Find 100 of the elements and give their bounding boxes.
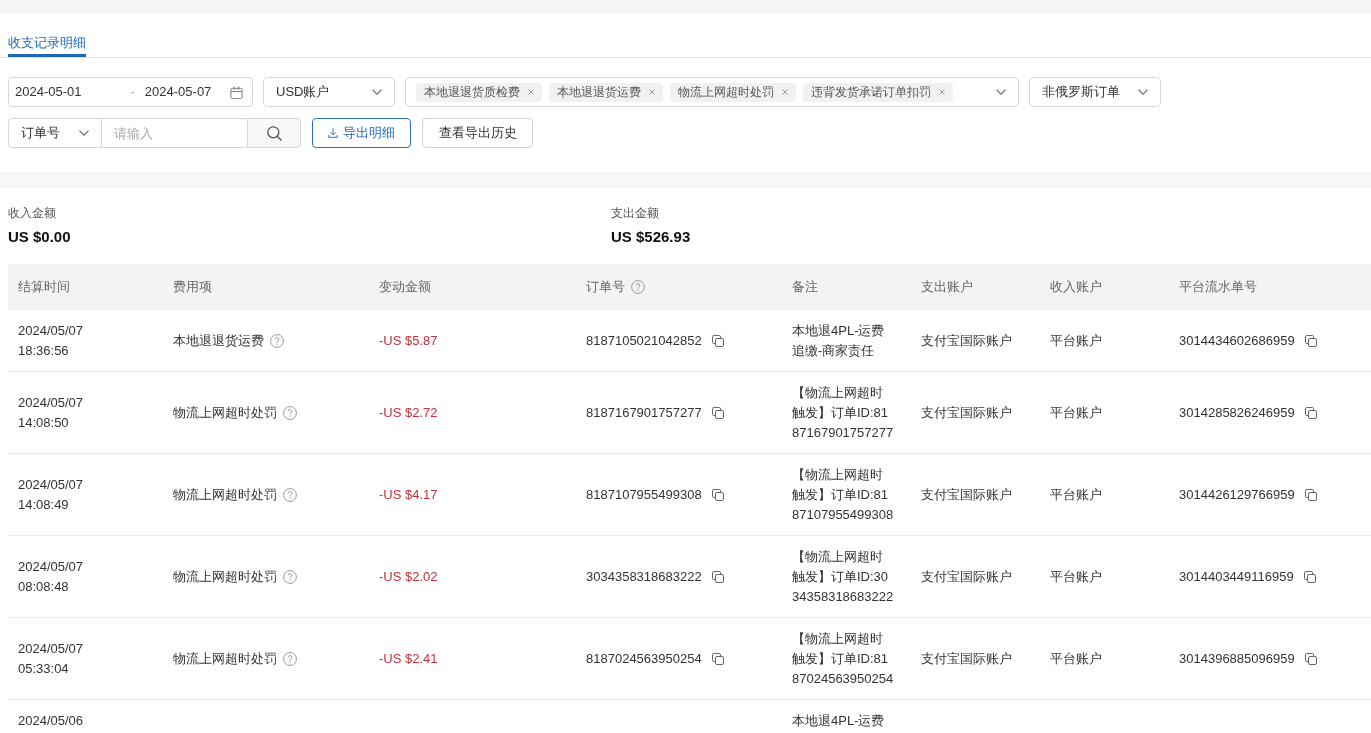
help-icon[interactable]	[283, 405, 297, 420]
download-icon	[328, 128, 338, 138]
order-number: 8187107955499308	[586, 485, 702, 504]
help-icon[interactable]	[283, 569, 297, 584]
help-icon[interactable]	[270, 333, 284, 348]
close-icon[interactable]	[939, 89, 945, 95]
fee-item: 物流上网超时处罚	[173, 485, 277, 504]
column-header: 备注	[792, 278, 818, 297]
help-icon[interactable]	[631, 280, 645, 294]
chevron-down-icon	[372, 89, 382, 95]
payee-account: 平台账户	[1050, 486, 1102, 502]
summary-label: 支出金额	[611, 205, 659, 221]
column-header: 支出账户	[921, 278, 973, 297]
close-icon[interactable]	[782, 89, 788, 95]
amount: -US $5.87	[379, 332, 438, 348]
payee-account: 平台账户	[1050, 650, 1102, 666]
fee-type-tag[interactable]: 违背发货承诺订单扣罚	[803, 82, 953, 102]
column-header: 变动金额	[379, 278, 431, 297]
settlement-time: 2024/05/07 14:08:50	[18, 393, 85, 432]
payer-account: 支付宝国际账户	[921, 568, 1012, 584]
settlement-time: 2024/05/07 08:08:48	[18, 557, 85, 596]
serial-number: 3014403449116959	[1179, 567, 1294, 586]
settlement-time: 2024/05/06	[18, 711, 85, 730]
copy-icon[interactable]	[711, 334, 724, 347]
tag-label: 本地退退货运费	[557, 84, 641, 101]
order-number: 8187167901757277	[586, 403, 702, 422]
serial-number: 3014285826246959	[1179, 403, 1295, 422]
amount: -US $2.72	[379, 404, 438, 420]
date-range-field[interactable]: 2024-05-01 - 2024-05-07	[8, 77, 253, 107]
close-icon[interactable]	[649, 89, 655, 95]
copy-icon[interactable]	[1304, 406, 1317, 419]
calendar-icon	[230, 85, 243, 99]
fee-type-tag[interactable]: 本地退退货质检费	[416, 82, 542, 102]
payer-account: 支付宝国际账户	[921, 332, 1012, 348]
copy-icon[interactable]	[1304, 334, 1317, 347]
chevron-down-icon	[996, 89, 1006, 95]
summary-value: US $526.93	[611, 227, 691, 247]
copy-icon[interactable]	[711, 488, 724, 501]
remark: 【物流上网超时触发】订单ID:8187167901757277	[792, 383, 895, 442]
remark: 【物流上网超时触发】订单ID:8187107955499308	[792, 465, 895, 524]
serial-number: 3014434602686959	[1179, 331, 1295, 350]
serial-number: 3014396885096959	[1179, 649, 1295, 668]
help-icon[interactable]	[283, 651, 297, 666]
settlement-time: 2024/05/07 14:08:49	[18, 475, 85, 514]
summary-value: US $0.00	[8, 227, 71, 247]
chevron-down-icon	[79, 130, 89, 136]
summary-label: 收入金额	[8, 205, 56, 221]
payer-account: 支付宝国际账户	[921, 404, 1012, 420]
date-separator: -	[130, 83, 135, 102]
end-date: 2024-05-07	[144, 83, 212, 102]
remark: 本地退4PL-运费	[792, 711, 886, 730]
fee-item: 物流上网超时处罚	[173, 649, 277, 668]
column-header: 收入账户	[1050, 278, 1102, 297]
fee-item: 本地退退货运费	[173, 331, 264, 350]
amount: -US $2.02	[379, 568, 438, 584]
order-number: 8187024563950254	[586, 649, 702, 668]
column-header: 订单号	[586, 278, 625, 297]
history-button[interactable]: 查看导出历史	[422, 118, 533, 148]
fee-item: 物流上网超时处罚	[173, 403, 277, 422]
order-type-select[interactable]: 非俄罗斯订单	[1029, 77, 1161, 107]
payee-account: 平台账户	[1050, 568, 1102, 584]
copy-icon[interactable]	[1303, 570, 1316, 583]
copy-icon[interactable]	[711, 570, 724, 583]
payee-account: 平台账户	[1050, 332, 1102, 348]
order-number: 3034358318683222	[586, 567, 702, 586]
copy-icon[interactable]	[711, 406, 724, 419]
remark: 本地退4PL-运费追缴-商家责任	[792, 321, 886, 360]
fee-item: 物流上网超时处罚	[173, 567, 277, 586]
help-icon[interactable]	[283, 487, 297, 502]
amount: -US $2.41	[379, 650, 438, 666]
fee-type-tag[interactable]: 物流上网超时处罚	[670, 82, 796, 102]
tag-label: 本地退退货质检费	[424, 84, 520, 101]
account-select[interactable]: USD账户	[263, 77, 395, 107]
copy-icon[interactable]	[1304, 652, 1317, 665]
column-header: 平台流水单号	[1179, 278, 1257, 297]
close-icon[interactable]	[528, 89, 534, 95]
search-input[interactable]: 请输入	[102, 118, 247, 148]
search-icon	[266, 125, 282, 141]
settlement-time: 2024/05/07 18:36:56	[18, 321, 85, 360]
fee-type-tag[interactable]: 本地退退货运费	[549, 82, 663, 102]
copy-icon[interactable]	[1304, 488, 1317, 501]
copy-icon[interactable]	[711, 652, 724, 665]
order-number: 8187105021042852	[586, 331, 702, 350]
serial-number: 3014426129766959	[1179, 485, 1295, 504]
search-button[interactable]	[247, 118, 301, 148]
search-field-select[interactable]: 订单号	[8, 118, 102, 148]
remark: 【物流上网超时触发】订单ID:3034358318683222	[792, 547, 895, 606]
settlement-time: 2024/05/07 05:33:04	[18, 639, 85, 678]
fee-type-select[interactable]: 本地退退货质检费 本地退退货运费 物流上网超时处罚 违背发货承诺订单扣罚	[405, 77, 1019, 107]
chevron-down-icon	[1138, 89, 1148, 95]
remark: 【物流上网超时触发】订单ID:8187024563950254	[792, 629, 895, 688]
amount: -US $4.17	[379, 486, 438, 502]
start-date: 2024-05-01	[15, 83, 82, 102]
column-header: 费用项	[173, 278, 212, 297]
payee-account: 平台账户	[1050, 404, 1102, 420]
tab[interactable]: 收支记录明细	[8, 35, 86, 57]
payer-account: 支付宝国际账户	[921, 486, 1012, 502]
tag-label: 违背发货承诺订单扣罚	[811, 84, 931, 101]
export-button[interactable]: 导出明细	[312, 118, 411, 148]
tag-label: 物流上网超时处罚	[678, 84, 774, 101]
